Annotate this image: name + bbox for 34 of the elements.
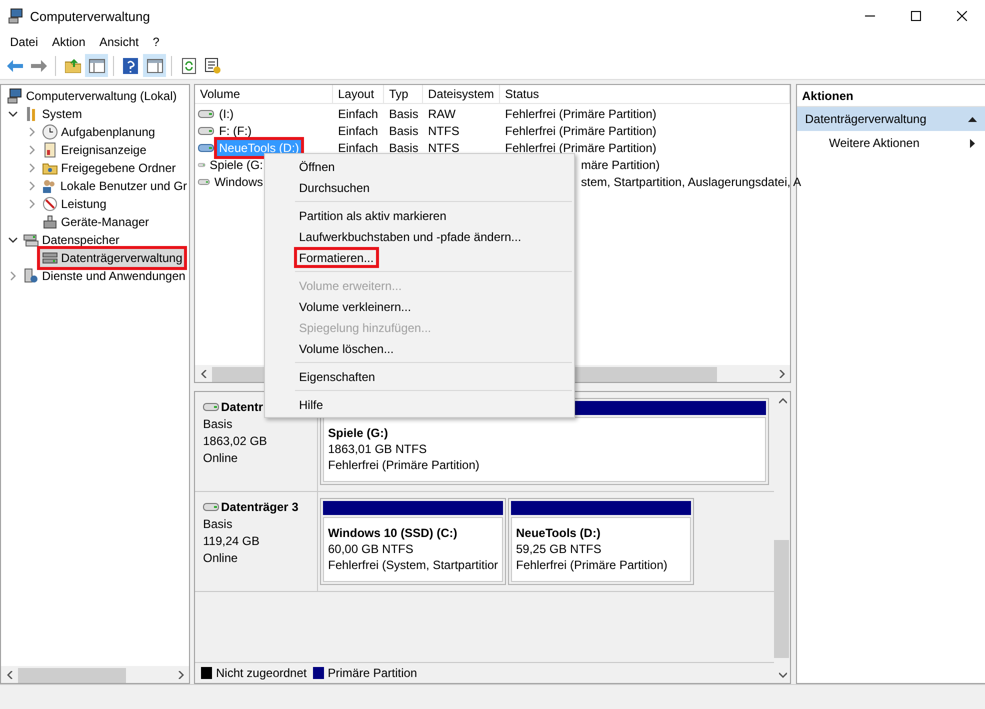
partition-size: 60,00 GB NTFS (328, 542, 414, 556)
partition-name: NeueTools (D:) (516, 526, 602, 540)
table-cell-text: stem, Startpartition, Auslagerungsdatei, A (580, 174, 802, 188)
partition-name: Windows 10 (SSD) (C:) (328, 526, 458, 540)
partition-size: 59,25 GB NTFS (516, 542, 602, 556)
disk-status: Online (203, 451, 239, 465)
table-cell-text: märe Partition) (580, 158, 661, 172)
partition-status: Fehlerfrei (Primäre Partition) (328, 458, 480, 472)
table-cell-text: Einfach (337, 140, 380, 154)
legend-label: Nicht zugeordnet (216, 666, 307, 680)
partition-status: Fehlerfrei (Primäre Partition) (516, 558, 668, 572)
window-title: Computerverwaltung (30, 8, 151, 24)
disk-size: 119,24 GB (203, 534, 260, 548)
table-cell-text: Basis (388, 124, 420, 138)
disk-name: Datentr (221, 400, 264, 414)
table-cell-text: Einfach (337, 106, 380, 120)
table-cell-text: Basis (388, 106, 420, 120)
partition-size: 1863,01 GB NTFS (328, 442, 428, 456)
disk-size: 1863,02 GB (203, 434, 268, 448)
disk-type: Basis (203, 517, 234, 531)
legend-label: Primäre Partition (328, 666, 418, 680)
table-cell-text: RAW (427, 106, 457, 120)
disk-type: Basis (203, 417, 234, 431)
table-cell-text: NTFS (427, 124, 460, 138)
disk-name: Datenträger 3 (221, 500, 298, 514)
disk-status: Online (203, 551, 239, 565)
table-cell-text: NTFS (427, 140, 460, 154)
table-cell-text: Fehlerfrei (Primäre Partition) (504, 124, 658, 138)
table-cell-text: Fehlerfrei (Primäre Partition) (504, 106, 658, 120)
table-cell-text: Basis (388, 140, 420, 154)
table-cell-text: Fehlerfrei (Primäre Partition) (504, 140, 658, 154)
partition-name: Spiele (G:) (328, 426, 390, 440)
partition-status: Fehlerfrei (System, Startpartitior (328, 558, 499, 572)
table-cell-text: Einfach (337, 124, 380, 138)
